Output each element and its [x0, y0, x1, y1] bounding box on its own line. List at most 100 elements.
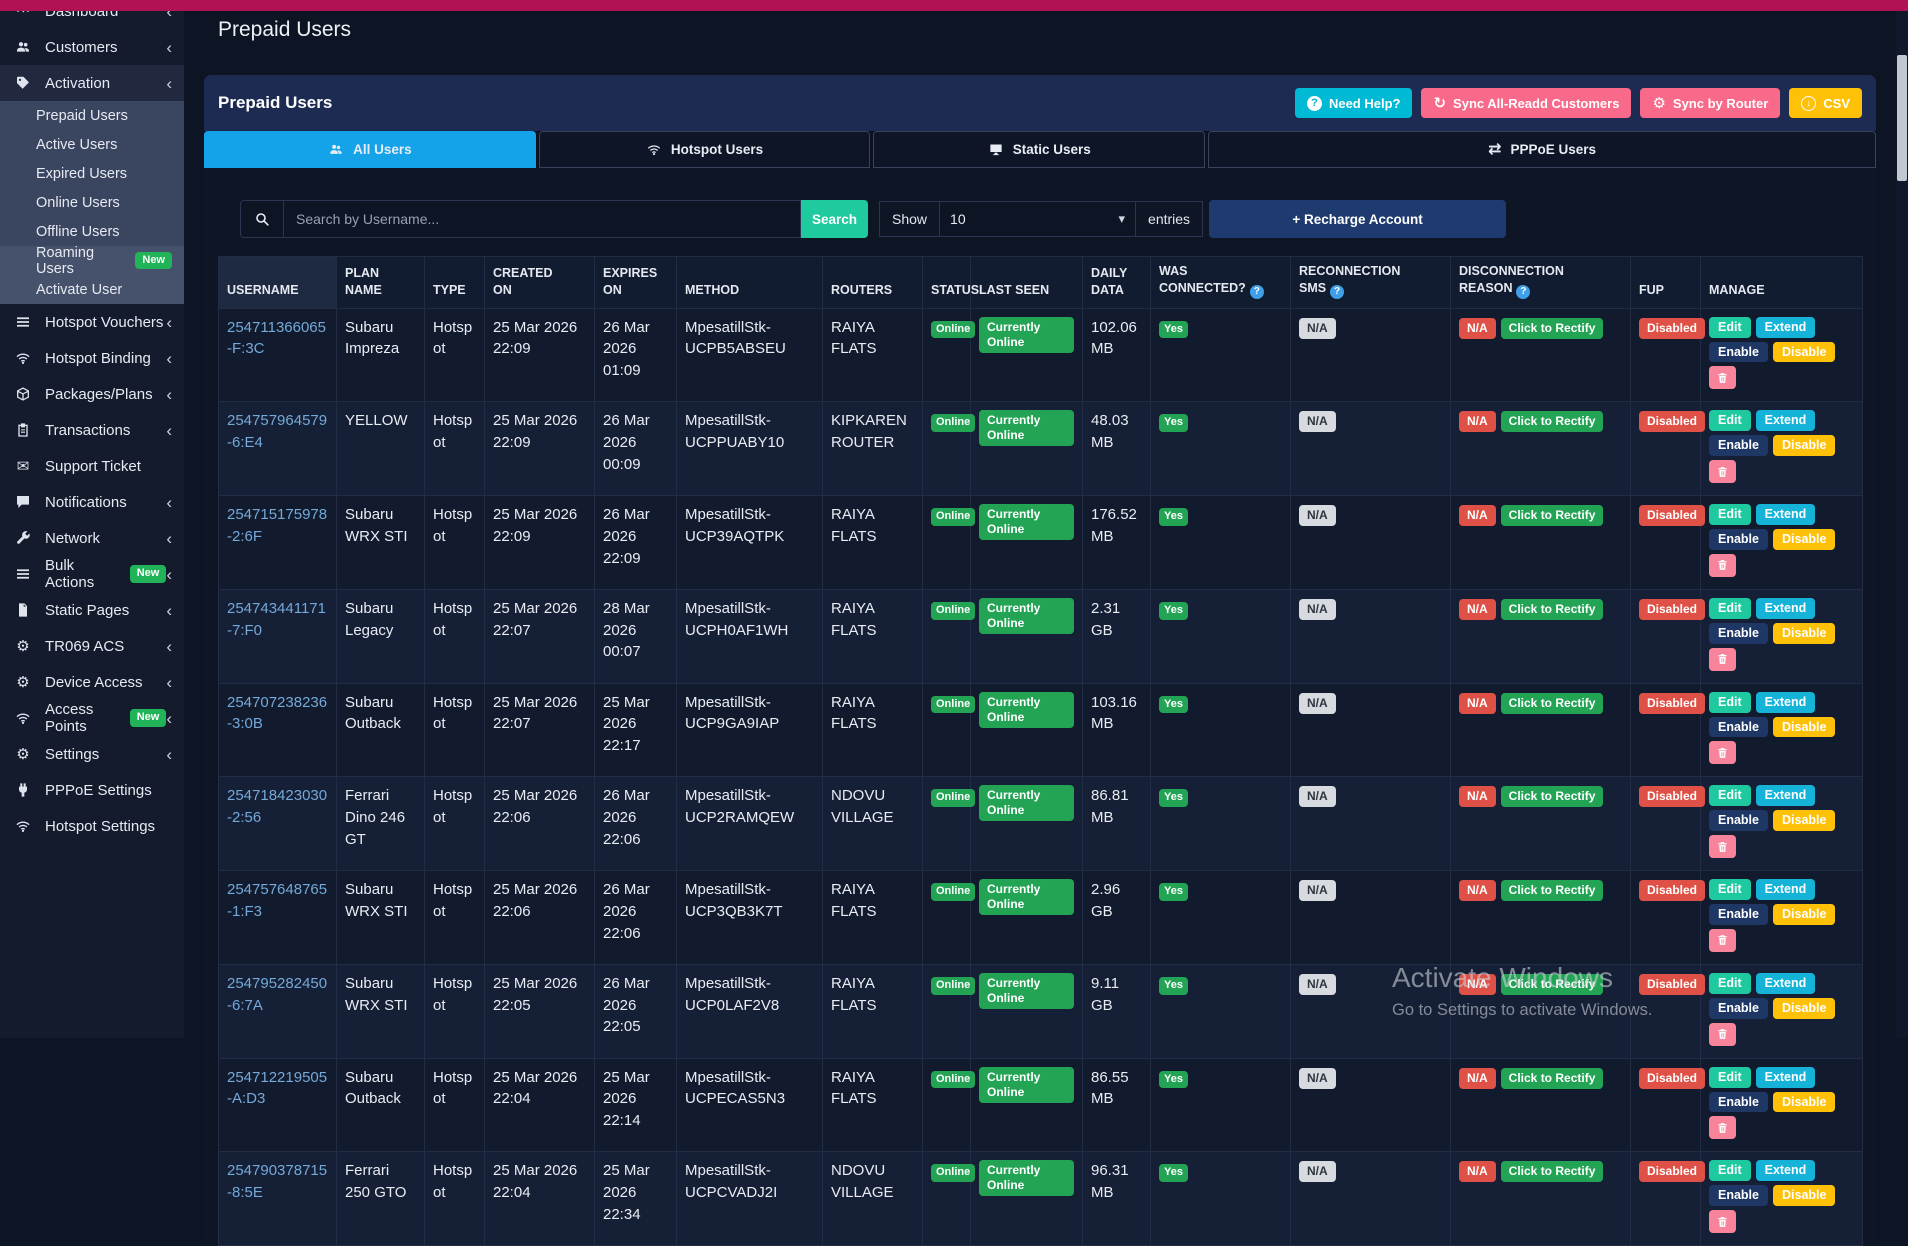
edit-button[interactable]: Edit — [1709, 598, 1751, 619]
sidebar-item-prepaid-users[interactable]: Prepaid Users — [0, 101, 184, 130]
edit-button[interactable]: Edit — [1709, 785, 1751, 806]
sidebar-item-hotspot-binding[interactable]: Hotspot Binding‹ — [0, 340, 184, 376]
rectify-button[interactable]: Click to Rectify — [1501, 1161, 1604, 1182]
delete-button[interactable] — [1709, 741, 1736, 764]
delete-button[interactable] — [1709, 1116, 1736, 1139]
extend-button[interactable]: Extend — [1756, 1067, 1816, 1088]
extend-button[interactable]: Extend — [1756, 692, 1816, 713]
disable-button[interactable]: Disable — [1773, 904, 1835, 925]
sidebar-item-bulk-actions[interactable]: Bulk ActionsNew‹ — [0, 556, 184, 592]
sidebar-item-hotspot-vouchers[interactable]: Hotspot Vouchers‹ — [0, 304, 184, 340]
username-link[interactable]: 254718423030-2:56 — [227, 787, 327, 826]
sidebar-item-tr069-acs[interactable]: ⚙TR069 ACS‹ — [0, 628, 184, 664]
disable-button[interactable]: Disable — [1773, 435, 1835, 456]
column-header-was-connected?[interactable]: WAS CONNECTED?? — [1151, 257, 1291, 309]
delete-button[interactable] — [1709, 835, 1736, 858]
enable-button[interactable]: Enable — [1709, 904, 1768, 925]
username-link[interactable]: 254757964579-6:E4 — [227, 412, 327, 451]
extend-button[interactable]: Extend — [1756, 598, 1816, 619]
username-link[interactable]: 254715175978-2:6F — [227, 506, 327, 545]
column-header-type[interactable]: TYPE — [425, 257, 485, 309]
disable-button[interactable]: Disable — [1773, 1092, 1835, 1113]
enable-button[interactable]: Enable — [1709, 1092, 1768, 1113]
rectify-button[interactable]: Click to Rectify — [1501, 693, 1604, 714]
delete-button[interactable] — [1709, 554, 1736, 577]
disable-button[interactable]: Disable — [1773, 717, 1835, 738]
disable-button[interactable]: Disable — [1773, 529, 1835, 550]
rectify-button[interactable]: Click to Rectify — [1501, 318, 1604, 339]
extend-button[interactable]: Extend — [1756, 504, 1816, 525]
sidebar-item-customers[interactable]: Customers‹ — [0, 29, 184, 65]
disable-button[interactable]: Disable — [1773, 1185, 1835, 1206]
enable-button[interactable]: Enable — [1709, 998, 1768, 1019]
disable-button[interactable]: Disable — [1773, 810, 1835, 831]
enable-button[interactable]: Enable — [1709, 623, 1768, 644]
sidebar-item-active-users[interactable]: Active Users — [0, 130, 184, 159]
sidebar-item-static-pages[interactable]: Static Pages‹ — [0, 592, 184, 628]
delete-button[interactable] — [1709, 1023, 1736, 1046]
tab-static-users[interactable]: Static Users — [873, 131, 1205, 168]
disable-button[interactable]: Disable — [1773, 342, 1835, 363]
column-header-routers[interactable]: ROUTERS — [823, 257, 923, 309]
rectify-button[interactable]: Click to Rectify — [1501, 974, 1604, 995]
username-link[interactable]: 254712219505-A:D3 — [227, 1069, 327, 1108]
column-header-fup[interactable]: FUP — [1631, 257, 1701, 309]
sidebar-item-device-access[interactable]: ⚙Device Access‹ — [0, 664, 184, 700]
tab-all-users[interactable]: All Users — [204, 131, 536, 168]
column-header-daily-data[interactable]: DAILY DATA — [1083, 257, 1151, 309]
extend-button[interactable]: Extend — [1756, 410, 1816, 431]
extend-button[interactable]: Extend — [1756, 317, 1816, 338]
enable-button[interactable]: Enable — [1709, 1185, 1768, 1206]
column-header-disconnection-reason[interactable]: DISCONNECTION REASON? — [1451, 257, 1631, 309]
scrollbar-thumb[interactable] — [1897, 55, 1907, 181]
search-button[interactable]: Search — [801, 200, 868, 238]
edit-button[interactable]: Edit — [1709, 1067, 1751, 1088]
edit-button[interactable]: Edit — [1709, 317, 1751, 338]
delete-button[interactable] — [1709, 460, 1736, 483]
enable-button[interactable]: Enable — [1709, 717, 1768, 738]
sidebar-item-notifications[interactable]: Notifications‹ — [0, 484, 184, 520]
edit-button[interactable]: Edit — [1709, 1160, 1751, 1181]
column-header-reconnection-sms[interactable]: RECONNECTION SMS? — [1291, 257, 1451, 309]
username-link[interactable]: 254790378715-8:5E — [227, 1162, 327, 1201]
csv-button[interactable]: ↓CSV — [1789, 88, 1862, 118]
disable-button[interactable]: Disable — [1773, 623, 1835, 644]
need-help--button[interactable]: ?Need Help? — [1295, 88, 1413, 118]
rectify-button[interactable]: Click to Rectify — [1501, 1068, 1604, 1089]
sidebar-item-network[interactable]: Network‹ — [0, 520, 184, 556]
rectify-button[interactable]: Click to Rectify — [1501, 599, 1604, 620]
sidebar-item-pppoe-settings[interactable]: PPPoE Settings — [0, 772, 184, 808]
edit-button[interactable]: Edit — [1709, 410, 1751, 431]
column-header-plan-name[interactable]: PLAN NAME — [337, 257, 425, 309]
rectify-button[interactable]: Click to Rectify — [1501, 505, 1604, 526]
enable-button[interactable]: Enable — [1709, 529, 1768, 550]
delete-button[interactable] — [1709, 1210, 1736, 1233]
username-link[interactable]: 254757648765-1:F3 — [227, 881, 327, 920]
column-header-created-on[interactable]: CREATED ON — [485, 257, 595, 309]
username-link[interactable]: 254743441171-7:F0 — [227, 600, 326, 639]
rectify-button[interactable]: Click to Rectify — [1501, 786, 1604, 807]
recharge-account-button[interactable]: + Recharge Account — [1209, 200, 1506, 238]
column-header-manage[interactable]: MANAGE — [1701, 257, 1863, 309]
sidebar-item-hotspot-settings[interactable]: Hotspot Settings — [0, 808, 184, 844]
column-header-last-seen[interactable]: LAST SEEN — [971, 257, 1083, 309]
extend-button[interactable]: Extend — [1756, 973, 1816, 994]
rectify-button[interactable]: Click to Rectify — [1501, 880, 1604, 901]
column-header-method[interactable]: METHOD — [677, 257, 823, 309]
tab-hotspot-users[interactable]: Hotspot Users — [539, 131, 871, 168]
sidebar-item-online-users[interactable]: Online Users — [0, 188, 184, 217]
enable-button[interactable]: Enable — [1709, 435, 1768, 456]
sidebar-item-access-points[interactable]: Access PointsNew‹ — [0, 700, 184, 736]
page-size-select[interactable]: 10 ▾ — [940, 201, 1136, 237]
disable-button[interactable]: Disable — [1773, 998, 1835, 1019]
sidebar-item-roaming-users[interactable]: Roaming UsersNew — [0, 246, 184, 275]
search-input[interactable] — [284, 200, 801, 238]
sidebar-item-expired-users[interactable]: Expired Users — [0, 159, 184, 188]
sidebar-item-transactions[interactable]: Transactions‹ — [0, 412, 184, 448]
delete-button[interactable] — [1709, 366, 1736, 389]
extend-button[interactable]: Extend — [1756, 1160, 1816, 1181]
sync-by-router-button[interactable]: ⚙Sync by Router — [1640, 88, 1780, 118]
username-link[interactable]: 254707238236-3:0B — [227, 694, 327, 733]
sidebar-item-support-ticket[interactable]: ✉Support Ticket — [0, 448, 184, 484]
page-scrollbar[interactable] — [1896, 11, 1908, 1038]
